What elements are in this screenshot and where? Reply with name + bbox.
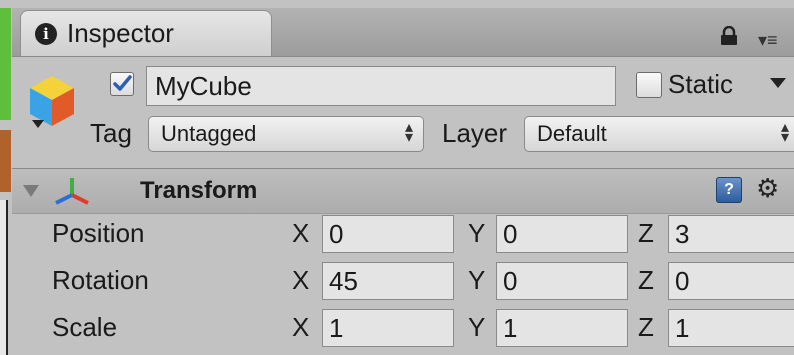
axis-z-label: Z [638, 218, 654, 248]
scale-label: Scale [52, 312, 118, 342]
scale-z-value: 1 [675, 312, 690, 343]
layer-value: Default [537, 121, 607, 146]
axis-z-label: Z [638, 312, 654, 342]
inspector-panel: i Inspector ▾≡ MyCube Static Tag Untagge… [12, 8, 794, 355]
rotation-z-value: 0 [675, 265, 690, 296]
tag-label: Tag [90, 118, 132, 148]
position-label: Position [52, 218, 145, 248]
static-label: Static [668, 69, 734, 99]
scale-x-field[interactable]: 1 [322, 309, 454, 347]
tag-value: Untagged [161, 121, 257, 146]
component-title: Transform [140, 177, 258, 204]
scale-z-field[interactable]: 1 [668, 309, 794, 347]
position-x-field[interactable]: 0 [322, 215, 454, 253]
axis-x-label: X [292, 218, 310, 248]
updown-arrows-icon: ▴ ▾ [404, 119, 413, 146]
rotation-z-field[interactable]: 0 [668, 262, 794, 300]
neighbor-panel-edge [0, 130, 11, 192]
neighbor-panel-edge [0, 8, 11, 120]
position-z-field[interactable]: 3 [668, 215, 794, 253]
layer-label: Layer [442, 118, 508, 148]
scale-y-value: 1 [503, 312, 518, 343]
transform-header[interactable]: Transform ? ⚙ [12, 168, 794, 214]
lock-icon[interactable] [720, 26, 738, 46]
axis-x-label: X [292, 312, 310, 342]
cube-icon [30, 76, 74, 128]
help-icon[interactable]: ? [716, 177, 742, 203]
updown-arrows-icon: ▴ ▾ [780, 119, 789, 146]
scale-x-value: 1 [329, 312, 344, 343]
axis-y-label: Y [468, 312, 486, 342]
tab-inspector[interactable]: i Inspector [20, 10, 272, 56]
tab-bar: i Inspector ▾≡ [12, 8, 794, 57]
layer-dropdown[interactable]: Default ▴ ▾ [524, 116, 794, 152]
checkmark-icon [113, 75, 132, 91]
object-name-field[interactable]: MyCube [146, 66, 616, 106]
axis-z-label: Z [638, 265, 654, 295]
rotation-x-field[interactable]: 45 [322, 262, 454, 300]
rotation-label: Rotation [52, 265, 149, 295]
info-icon: i [35, 22, 57, 45]
static-checkbox[interactable] [636, 72, 662, 98]
tag-dropdown[interactable]: Untagged ▴ ▾ [148, 116, 424, 152]
scale-y-field[interactable]: 1 [496, 309, 628, 347]
axis-y-label: Y [468, 218, 486, 248]
tab-menu-icon[interactable]: ▾≡ [758, 30, 778, 51]
rotation-y-field[interactable]: 0 [496, 262, 628, 300]
rotation-y-value: 0 [503, 265, 518, 296]
foldout-arrow-icon[interactable] [22, 183, 40, 199]
active-checkbox[interactable] [110, 72, 134, 96]
position-z-value: 3 [675, 218, 690, 249]
position-x-value: 0 [329, 218, 344, 249]
position-y-value: 0 [503, 218, 518, 249]
tab-label: Inspector [67, 18, 174, 48]
gear-icon[interactable]: ⚙ [756, 173, 779, 204]
axis-x-label: X [292, 265, 310, 295]
axis-y-label: Y [468, 265, 486, 295]
position-y-field[interactable]: 0 [496, 215, 628, 253]
neighbor-panel-edge [0, 200, 8, 355]
static-dropdown-icon[interactable] [768, 76, 788, 90]
object-name-value: MyCube [155, 70, 252, 101]
transform-axis-icon [55, 178, 89, 205]
rotation-x-value: 45 [329, 265, 358, 296]
